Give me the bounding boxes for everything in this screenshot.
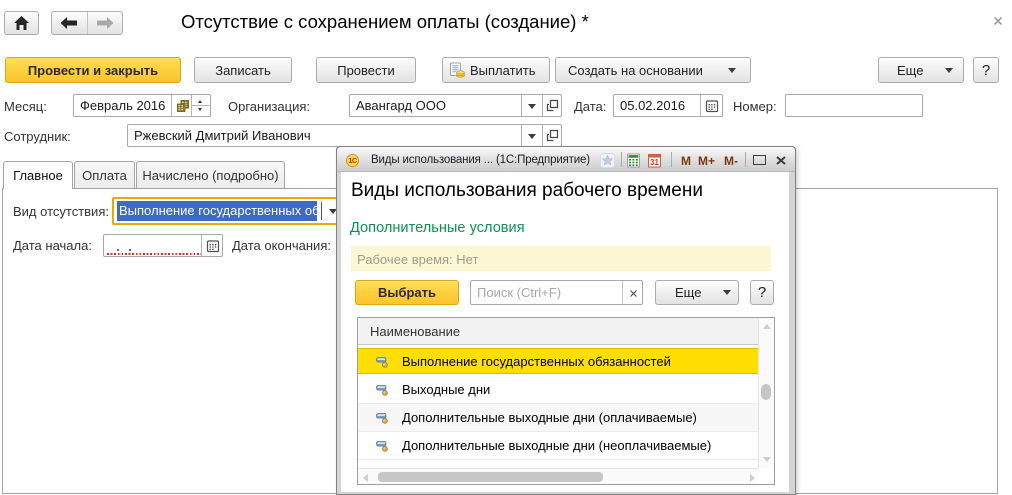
svg-text:31: 31 <box>650 158 659 167</box>
